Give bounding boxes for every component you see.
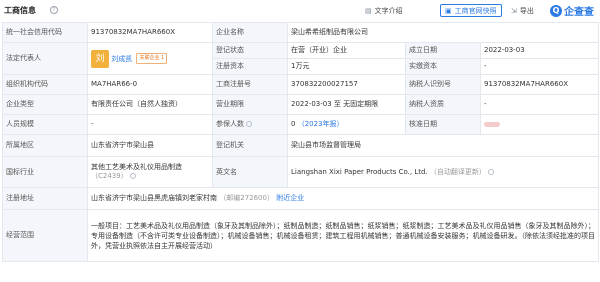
status-value: 在营（开业）企业 xyxy=(287,42,406,59)
uscc-value: 91370832MA7HAR660X xyxy=(87,22,213,43)
reg-no-label: 工商注册号 xyxy=(212,74,288,95)
table-row: 企业类型 有限责任公司（自然人独资） 营业期限 2022-03-03 至 无固定… xyxy=(2,94,599,115)
scope-label: 经营范围 xyxy=(2,209,88,262)
blurred-value xyxy=(484,121,500,127)
company-type-value: 有限责任公司（自然人独资） xyxy=(87,94,213,115)
staff-size-label: 人员规模 xyxy=(2,114,88,135)
paid-capital-value: - xyxy=(480,58,599,75)
document-icon: ▤ xyxy=(365,6,372,15)
uscc-label: 统一社会信用代码 xyxy=(2,22,88,43)
text-intro-button[interactable]: ▤ 文字介绍 xyxy=(365,4,403,17)
table-row: 所属地区 山东省济宁市梁山县 登记机关 梁山县市场监督管理局 xyxy=(2,134,599,157)
tax-qualification-value: - xyxy=(480,94,599,115)
authority-label: 登记机关 xyxy=(212,134,288,157)
avatar: 刘 xyxy=(91,49,109,68)
address-label: 注册地址 xyxy=(2,187,88,210)
english-name-value: Liangshan Xixi Paper Products Co., Ltd. … xyxy=(287,156,599,188)
table-row: 法定代表人 刘 刘成凯 关联企业 1 登记状态 在营（开业）企业 成立日期 20… xyxy=(2,42,599,75)
section-header: 工商信息 ? ▤ 文字介绍 ▣ 工商官网快照 ⇲ 导出 Q 企查查 xyxy=(0,0,600,22)
legal-rep-label: 法定代表人 xyxy=(2,42,88,75)
tax-id-value: 91370832MA7HAR660X xyxy=(480,74,599,95)
company-type-label: 企业类型 xyxy=(2,94,88,115)
tax-id-label: 纳税人识别号 xyxy=(405,74,481,95)
region-value: 山东省济宁市梁山县 xyxy=(87,134,213,157)
info-icon[interactable] xyxy=(129,173,136,179)
table-row: 统一社会信用代码 91370832MA7HAR660X 企业名称 梁山希希纸制品… xyxy=(2,22,599,43)
annual-report-link[interactable]: （2023年报） xyxy=(298,120,344,128)
business-info-table: 统一社会信用代码 91370832MA7HAR660X 企业名称 梁山希希纸制品… xyxy=(2,22,599,262)
related-company-badge[interactable]: 关联企业 1 xyxy=(136,53,168,64)
status-label: 登记状态 xyxy=(212,42,288,59)
english-name-label: 英文名 xyxy=(212,156,288,188)
export-button[interactable]: ⇲ 导出 xyxy=(511,4,534,17)
info-icon[interactable] xyxy=(246,121,252,127)
help-icon[interactable]: ? xyxy=(50,6,58,14)
staff-size-value: - xyxy=(87,114,213,135)
nearby-companies-link[interactable]: 附近企业 xyxy=(276,194,304,202)
org-code-label: 组织机构代码 xyxy=(2,74,88,95)
table-row: 经营范围 一般项目：工艺美术品及礼仪用品制造（象牙及其制品除外）；纸制品制造；纸… xyxy=(2,209,599,262)
reg-capital-value: 1万元 xyxy=(287,58,406,75)
reg-no-value: 370832200027157 xyxy=(287,74,406,95)
found-date-value: 2022-03-03 xyxy=(480,42,599,59)
scope-value: 一般项目：工艺美术品及礼仪用品制造（象牙及其制品除外）；纸制品制造；纸制品销售；… xyxy=(87,209,599,262)
company-name-label: 企业名称 xyxy=(212,22,288,43)
brand-logo: Q 企查查 xyxy=(550,3,594,18)
table-row: 国标行业 其他工艺美术及礼仪用品制造 （C2439） 英文名 Liangshan … xyxy=(2,156,599,188)
legal-rep-cell: 刘 刘成凯 关联企业 1 xyxy=(87,42,213,75)
info-icon[interactable] xyxy=(487,168,494,175)
industry-value: 其他工艺美术及礼仪用品制造 （C2439） xyxy=(87,156,213,188)
approve-date-value xyxy=(480,114,599,135)
table-row: 注册地址 山东省济宁市梁山县黑虎庙镇刘老家村南 （邮编272600） 附近企业 xyxy=(2,187,599,210)
export-icon: ⇲ xyxy=(511,6,517,15)
camera-icon: ▣ xyxy=(445,6,452,15)
insured-label: 参保人数 xyxy=(212,114,288,135)
official-snapshot-button[interactable]: ▣ 工商官网快照 xyxy=(440,4,502,17)
table-row: 组织机构代码 MA7HAR66-0 工商注册号 370832200027157 … xyxy=(2,74,599,95)
org-code-value: MA7HAR66-0 xyxy=(87,74,213,95)
business-term-label: 营业期限 xyxy=(212,94,288,115)
qcc-logo-icon: Q xyxy=(550,4,562,17)
paid-capital-label: 实缴资本 xyxy=(405,58,481,75)
approve-date-label: 核准日期 xyxy=(405,114,481,135)
authority-value: 梁山县市场监督管理局 xyxy=(287,134,599,157)
legal-rep-link[interactable]: 刘成凯 xyxy=(111,55,132,63)
section-title: 工商信息 xyxy=(4,6,36,15)
found-date-label: 成立日期 xyxy=(405,42,481,59)
company-name-value: 梁山希希纸制品有限公司 xyxy=(287,22,599,43)
region-label: 所属地区 xyxy=(2,134,88,157)
table-row: 人员规模 - 参保人数 0 （2023年报） 核准日期 xyxy=(2,114,599,135)
reg-capital-label: 注册资本 xyxy=(212,58,288,75)
insured-value: 0 （2023年报） xyxy=(287,114,406,135)
business-term-value: 2022-03-03 至 无固定期限 xyxy=(287,94,406,115)
address-value: 山东省济宁市梁山县黑虎庙镇刘老家村南 （邮编272600） 附近企业 xyxy=(87,187,599,210)
industry-label: 国标行业 xyxy=(2,156,88,188)
tax-qualification-label: 纳税人资质 xyxy=(405,94,481,115)
